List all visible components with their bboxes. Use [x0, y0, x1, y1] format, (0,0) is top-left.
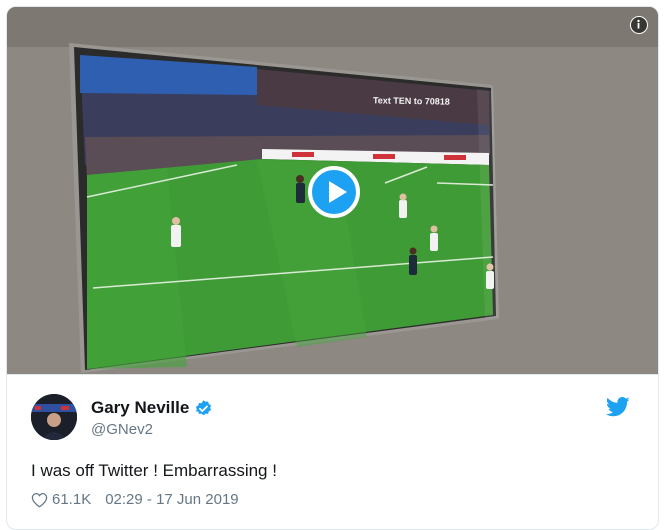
timestamp-link[interactable]: 02:29 - 17 Jun 2019 — [105, 491, 238, 508]
embedded-tweet-card[interactable]: Text TEN to 70818 Gary Neville @GNev2 I … — [6, 6, 659, 530]
info-icon[interactable] — [630, 16, 648, 34]
play-button[interactable] — [308, 166, 360, 218]
author-name-row[interactable]: Gary Neville — [91, 398, 213, 418]
tweet-text: I was off Twitter ! Embarrassing ! — [31, 461, 277, 480]
media-divider — [7, 374, 658, 375]
video-thumbnail[interactable]: Text TEN to 70818 — [7, 7, 658, 374]
twitter-bird-icon[interactable] — [606, 397, 630, 417]
play-icon — [329, 181, 347, 203]
user-handle[interactable]: @GNev2 — [91, 421, 153, 438]
heart-icon[interactable] — [31, 492, 48, 508]
display-name[interactable]: Gary Neville — [91, 398, 189, 418]
avatar[interactable] — [31, 394, 77, 440]
like-count[interactable]: 61.1K — [52, 491, 91, 508]
tweet-meta: 61.1K 02:29 - 17 Jun 2019 — [31, 491, 239, 508]
tv-overlay-text: Text TEN to 70818 — [372, 95, 450, 107]
verified-badge-icon — [196, 399, 212, 415]
